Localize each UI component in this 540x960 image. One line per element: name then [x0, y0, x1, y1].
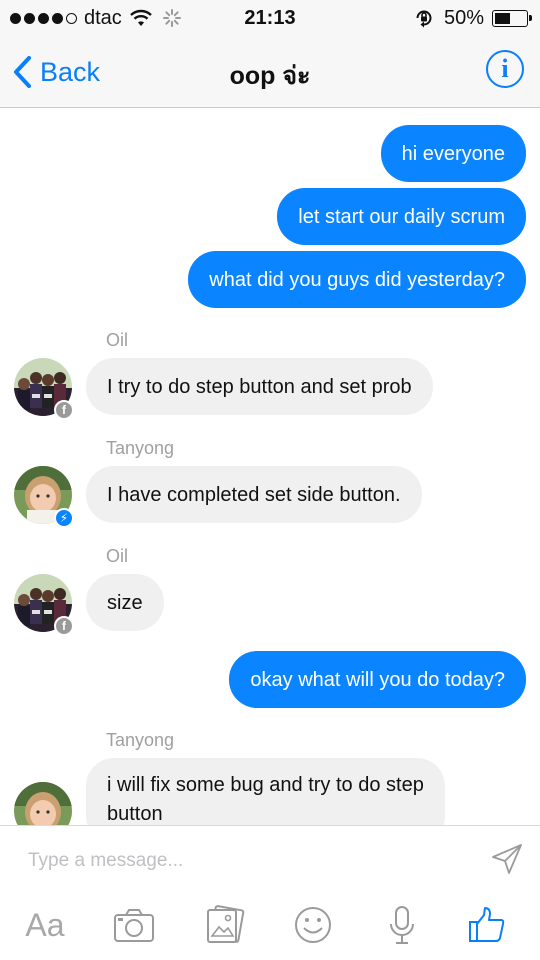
conversation-title: oop จ่ะ	[229, 62, 311, 90]
message-line: button	[107, 803, 163, 825]
outgoing-message[interactable]: okay what will you do today?	[229, 651, 526, 708]
message-thread[interactable]: hi everyone let start our daily scrum wh…	[0, 109, 540, 825]
microphone-button[interactable]	[379, 902, 425, 948]
facebook-badge-icon: f	[54, 400, 74, 420]
avatar[interactable]	[14, 782, 72, 825]
incoming-message[interactable]: size	[86, 574, 164, 631]
battery-percent: 50%	[443, 6, 484, 29]
info-icon: i	[501, 54, 509, 83]
photo-gallery-icon	[207, 905, 245, 943]
outgoing-message[interactable]: let start our daily scrum	[277, 188, 526, 245]
camera-button[interactable]	[111, 902, 157, 948]
navigation-bar: Back oop จ่ะ i	[0, 36, 540, 108]
text-tool-button[interactable]: Aa	[22, 902, 68, 948]
incoming-message[interactable]: i will fix some bug and try to do step b…	[86, 758, 445, 825]
like-button[interactable]	[464, 902, 510, 948]
sender-name: Oil	[106, 546, 128, 566]
info-button[interactable]: i	[486, 50, 524, 88]
status-right: 50%	[414, 6, 532, 29]
message-input[interactable]	[28, 846, 468, 876]
status-bar: dtac 21:13 50%	[0, 0, 540, 36]
text-format-icon: Aa	[25, 906, 65, 943]
rotation-lock-icon	[416, 10, 432, 28]
photo-gallery-button[interactable]	[201, 902, 247, 948]
sender-name: Oil	[106, 330, 128, 350]
facebook-badge-icon: f	[54, 616, 74, 636]
composer-toolbar: Aa	[0, 896, 540, 956]
incoming-message[interactable]: I try to do step button and set prob	[86, 358, 433, 415]
emoji-button[interactable]	[290, 902, 336, 948]
person-photo-avatar	[14, 782, 72, 825]
composer: Aa	[0, 825, 540, 960]
battery-level-fill	[495, 12, 510, 24]
message-line: i will fix some bug and try to do step	[107, 774, 424, 796]
sender-name: Tanyong	[106, 438, 175, 458]
battery-icon	[492, 9, 532, 27]
camera-icon	[114, 909, 154, 942]
send-icon[interactable]	[490, 842, 524, 876]
microphone-icon	[390, 906, 414, 944]
outgoing-message[interactable]: hi everyone	[380, 125, 526, 182]
sender-name: Tanyong	[106, 730, 175, 750]
like-thumb-icon	[469, 907, 505, 942]
messenger-badge-icon: ⚡	[54, 508, 74, 528]
incoming-message[interactable]: I have completed set side button.	[86, 466, 422, 523]
emoji-icon	[295, 907, 331, 943]
outgoing-message[interactable]: what did you guys did yesterday?	[188, 251, 526, 308]
